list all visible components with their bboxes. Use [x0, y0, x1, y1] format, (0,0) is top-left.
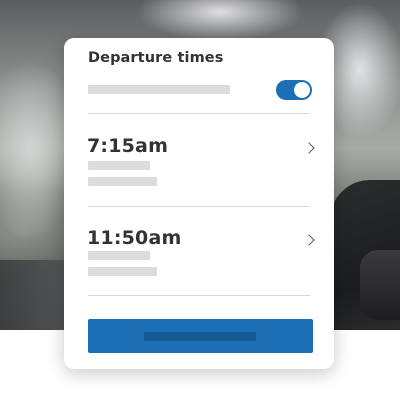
toggle-knob — [294, 82, 310, 98]
departure-detail-placeholder — [88, 177, 157, 186]
chevron-right-icon — [303, 142, 315, 154]
departure-toggle[interactable] — [276, 80, 312, 100]
button-label-placeholder — [144, 332, 256, 341]
divider — [88, 295, 310, 296]
background-hand — [360, 250, 400, 320]
departure-detail-placeholder — [88, 251, 150, 260]
setting-label-placeholder — [88, 85, 230, 94]
departure-time: 11:50am — [87, 227, 182, 249]
departure-row[interactable]: 11:50am — [64, 207, 334, 297]
departure-row[interactable]: 7:15am — [64, 114, 334, 204]
departure-detail-placeholder — [88, 161, 150, 170]
departure-time: 7:15am — [87, 135, 169, 157]
card-title: Departure times — [88, 50, 224, 66]
departure-times-card: Departure times 7:15am 11:50am — [64, 38, 334, 369]
chevron-right-icon — [303, 234, 315, 246]
app-screen: Departure times 7:15am 11:50am — [0, 0, 400, 400]
primary-action-button[interactable] — [88, 319, 313, 353]
departure-detail-placeholder — [88, 267, 157, 276]
